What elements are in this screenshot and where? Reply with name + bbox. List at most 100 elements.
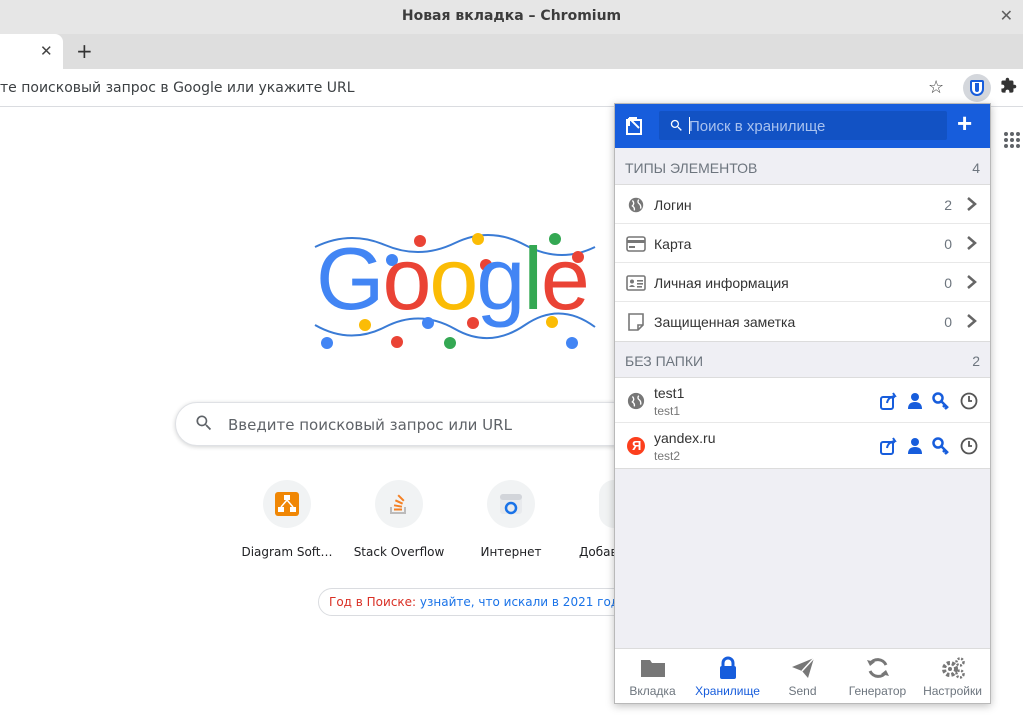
type-name: Защищенная заметка [654, 314, 796, 330]
type-name: Логин [654, 197, 692, 213]
vault-search-input[interactable] [689, 115, 939, 137]
bitwarden-extension-button[interactable] [963, 74, 991, 102]
tab-strip: ✕ + [0, 34, 1023, 69]
window-title: Новая вкладка – Chromium [401, 8, 622, 24]
search-icon [196, 415, 212, 431]
tab-close-icon[interactable]: ✕ [40, 42, 53, 60]
bitwarden-header: + [615, 104, 990, 148]
shortcut-label: Добав [579, 545, 614, 559]
vault-item-name: test1 [654, 385, 685, 401]
copy-username-icon[interactable] [906, 437, 924, 455]
tab-generator[interactable]: Генератор [840, 649, 915, 704]
google-logo-letter: G [316, 229, 384, 328]
copy-username-icon[interactable] [906, 392, 924, 410]
chevron-right-icon [967, 236, 977, 250]
google-apps-icon[interactable] [1004, 132, 1020, 148]
type-row-secure-note[interactable]: Защищенная заметка 0 [615, 302, 990, 341]
type-row-login[interactable]: Логин 2 [615, 185, 990, 224]
bitwarden-tabbar: Вкладка Хранилище Send Генератор Настрой… [615, 648, 990, 703]
clock-icon[interactable] [960, 437, 978, 455]
window-titlebar: Новая вкладка – Chromium ✕ [0, 0, 1023, 34]
vault-item[interactable]: test1 test1 [615, 378, 990, 423]
launch-icon[interactable] [880, 392, 898, 410]
shortcut-internet[interactable]: Интернет [455, 480, 567, 559]
credit-card-icon [626, 236, 646, 252]
types-section-header: ТИПЫ ЭЛЕМЕНТОВ 4 [615, 148, 990, 184]
shortcut-stack-overflow[interactable]: Stack Overflow [343, 480, 455, 559]
tab-label: Хранилище [695, 684, 760, 698]
promo-prefix: Год в Поиске: [329, 595, 417, 609]
google-logo-letter: e [540, 229, 590, 328]
new-tab-button[interactable]: + [76, 39, 93, 63]
launch-icon[interactable] [880, 437, 898, 455]
tab-settings[interactable]: Настройки [915, 649, 990, 704]
tab-vault[interactable]: Хранилище [690, 649, 765, 704]
gears-icon [942, 657, 965, 679]
bitwarden-popup: + ТИПЫ ЭЛЕМЕНТОВ 4 Логин 2 Карта 0 Лична… [614, 103, 991, 704]
google-logo-letter: g [476, 229, 525, 328]
bookmark-star-icon[interactable]: ☆ [928, 77, 944, 98]
promo-link[interactable]: узнайте, что искали в 2021 году [420, 595, 626, 609]
tab-label: Настройки [923, 684, 982, 698]
popout-icon[interactable] [625, 116, 645, 136]
tab-label: Генератор [848, 684, 907, 698]
tab-label: Вкладка [629, 684, 676, 698]
vault-item-username: test1 [654, 404, 681, 418]
browser-tab[interactable]: ✕ [0, 34, 63, 69]
vault-search-box[interactable] [659, 111, 947, 140]
copy-password-key-icon[interactable] [932, 437, 950, 455]
omnibox-input[interactable]: те поисковый запрос в Google или укажите… [0, 80, 355, 96]
globe-icon [628, 197, 644, 213]
type-count: 0 [944, 275, 952, 291]
nofolder-section-count: 2 [972, 353, 980, 369]
type-name: Карта [654, 236, 692, 252]
note-icon [628, 313, 644, 331]
type-row-card[interactable]: Карта 0 [615, 224, 990, 263]
nofolder-section-title: БЕЗ ПАПКИ [625, 353, 704, 369]
type-count: 0 [944, 236, 952, 252]
ntp-search-placeholder: Введите поисковый запрос или URL [228, 416, 512, 434]
chevron-right-icon [967, 275, 977, 289]
type-count: 0 [944, 314, 952, 330]
lock-icon [720, 656, 736, 679]
shortcut-label: Интернет [480, 545, 542, 559]
clock-icon[interactable] [960, 392, 978, 410]
shortcut-add[interactable]: Добав [567, 480, 614, 559]
paper-plane-icon [792, 657, 815, 678]
copy-password-key-icon[interactable] [932, 392, 950, 410]
tab-send[interactable]: Send [765, 649, 840, 704]
year-in-search-promo[interactable]: Год в Поиске: узнайте, что искали в 2021… [318, 588, 638, 616]
types-section-title: ТИПЫ ЭЛЕМЕНТОВ [625, 160, 758, 176]
vault-item-name: yandex.ru [654, 430, 716, 446]
type-count: 2 [944, 197, 952, 213]
shortcut-diagram-software[interactable]: Diagram Soft… [231, 480, 343, 559]
google-doodle[interactable]: Google [310, 225, 600, 355]
google-logo-letter: o [429, 229, 478, 328]
shortcut-label: Diagram Soft… [241, 545, 333, 559]
add-item-button[interactable]: + [957, 110, 972, 136]
tab-label: Send [788, 684, 817, 698]
types-list: Логин 2 Карта 0 Личная информация 0 Защи… [615, 184, 990, 342]
google-logo-letter: l [523, 229, 543, 328]
ntp-search-box[interactable]: Введите поисковый запрос или URL [175, 402, 635, 446]
search-icon [670, 119, 682, 131]
types-section-count: 4 [972, 160, 980, 176]
chevron-right-icon [967, 314, 977, 328]
yandex-favicon: Я [627, 437, 645, 455]
extensions-puzzle-icon[interactable] [1000, 77, 1017, 99]
toolbar: те поисковый запрос в Google или укажите… [0, 69, 1023, 107]
window-close-icon[interactable]: ✕ [1000, 6, 1013, 25]
stack-overflow-icon [390, 494, 406, 514]
type-row-identity[interactable]: Личная информация 0 [615, 263, 990, 302]
bitwarden-shield-icon [970, 80, 984, 96]
tab-current-tab[interactable]: Вкладка [615, 649, 690, 704]
id-card-icon [626, 275, 646, 291]
vault-item-username: test2 [654, 449, 681, 463]
vault-item[interactable]: Я yandex.ru test2 [615, 423, 990, 468]
google-logo-letter: o [382, 229, 431, 328]
vault-items-list: test1 test1 Я yandex.ru test2 [615, 377, 990, 469]
diagram-software-icon [275, 492, 299, 516]
chevron-right-icon [967, 197, 977, 211]
nofolder-section-header: БЕЗ ПАПКИ 2 [615, 341, 990, 377]
text-caret [689, 117, 690, 134]
